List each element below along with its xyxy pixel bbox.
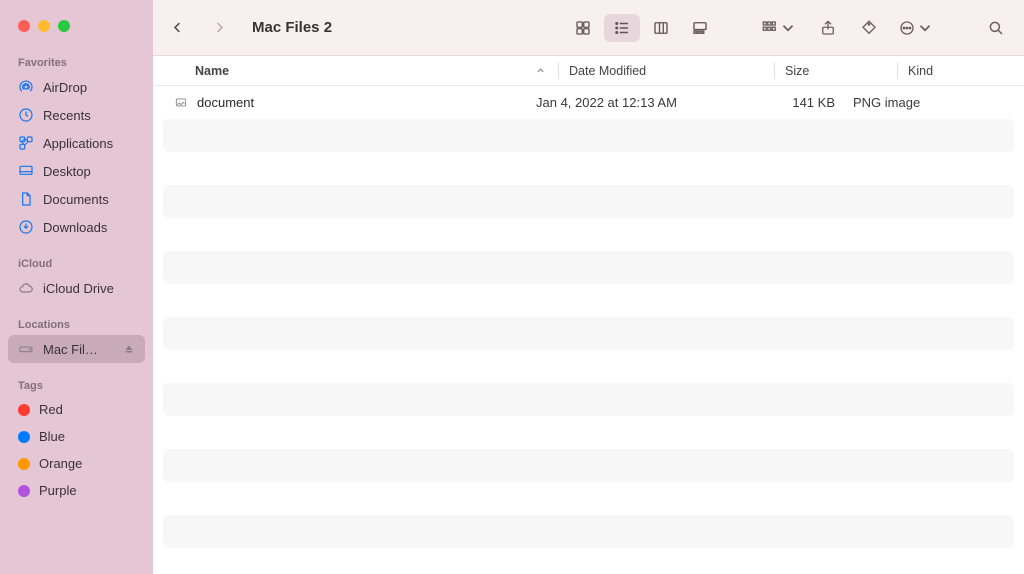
- empty-row: [153, 152, 1024, 185]
- document-icon: [18, 191, 34, 207]
- empty-row: [163, 185, 1014, 218]
- sidebar-item-mac-files[interactable]: Mac Fil…: [8, 335, 145, 363]
- sidebar-tag-purple[interactable]: Purple: [0, 477, 153, 504]
- tags-button[interactable]: [855, 14, 883, 42]
- window-title: Mac Files 2: [252, 19, 332, 36]
- sidebar-item-label: Red: [39, 402, 63, 417]
- file-type-icon: [173, 95, 189, 111]
- sidebar: Favorites AirDrop Recents Applications D…: [0, 0, 153, 574]
- window-controls: [0, 20, 153, 50]
- sidebar-item-downloads[interactable]: Downloads: [0, 213, 153, 241]
- view-columns-button[interactable]: [643, 14, 679, 42]
- cloud-icon: [18, 280, 34, 296]
- column-header-label: Date Modified: [569, 64, 646, 78]
- eject-icon[interactable]: [123, 343, 135, 355]
- column-header-date[interactable]: Date Modified: [569, 64, 774, 78]
- sidebar-item-applications[interactable]: Applications: [0, 129, 153, 157]
- clock-icon: [18, 107, 34, 123]
- view-list-button[interactable]: [604, 14, 640, 42]
- sidebar-item-label: Orange: [39, 456, 82, 471]
- sidebar-item-icloud-drive[interactable]: iCloud Drive: [0, 274, 153, 302]
- applications-icon: [18, 135, 34, 151]
- window-minimize-button[interactable]: [38, 20, 50, 32]
- sidebar-item-label: iCloud Drive: [43, 281, 114, 296]
- back-button[interactable]: [168, 19, 186, 37]
- sidebar-section-title-icloud: iCloud: [0, 251, 153, 274]
- sidebar-item-label: Purple: [39, 483, 77, 498]
- file-list: document Jan 4, 2022 at 12:13 AM 141 KB …: [153, 86, 1024, 574]
- action-menu-button[interactable]: [896, 14, 936, 42]
- group-by-button[interactable]: [757, 14, 801, 42]
- tag-dot-icon: [18, 404, 30, 416]
- tag-dot-icon: [18, 485, 30, 497]
- empty-row: [153, 284, 1024, 317]
- sidebar-item-label: Desktop: [43, 164, 91, 179]
- column-header-size[interactable]: Size: [785, 64, 897, 78]
- sidebar-item-documents[interactable]: Documents: [0, 185, 153, 213]
- sidebar-section-title-favorites: Favorites: [0, 50, 153, 73]
- sidebar-item-label: Downloads: [43, 220, 107, 235]
- window-maximize-button[interactable]: [58, 20, 70, 32]
- sidebar-item-label: Mac Fil…: [43, 342, 98, 357]
- column-header-label: Kind: [908, 64, 933, 78]
- empty-row: [163, 515, 1014, 548]
- drive-icon: [18, 341, 34, 357]
- empty-row: [163, 449, 1014, 482]
- sidebar-item-label: Applications: [43, 136, 113, 151]
- share-button[interactable]: [814, 14, 842, 42]
- sidebar-item-label: Blue: [39, 429, 65, 444]
- search-button[interactable]: [982, 14, 1010, 42]
- empty-row: [163, 251, 1014, 284]
- sidebar-item-recents[interactable]: Recents: [0, 101, 153, 129]
- sidebar-tag-blue[interactable]: Blue: [0, 423, 153, 450]
- column-header-label: Size: [785, 64, 809, 78]
- column-header-label: Name: [195, 64, 229, 78]
- empty-row: [153, 218, 1024, 251]
- file-name: document: [197, 95, 254, 110]
- tag-dot-icon: [18, 458, 30, 470]
- window-close-button[interactable]: [18, 20, 30, 32]
- empty-row: [153, 416, 1024, 449]
- column-header-kind[interactable]: Kind: [908, 64, 1024, 78]
- column-header-name[interactable]: Name: [195, 64, 558, 78]
- sidebar-tag-red[interactable]: Red: [0, 396, 153, 423]
- empty-row: [163, 383, 1014, 416]
- column-separator: [897, 63, 898, 79]
- sidebar-item-airdrop[interactable]: AirDrop: [0, 73, 153, 101]
- desktop-icon: [18, 163, 34, 179]
- file-kind: PNG image: [853, 95, 1024, 110]
- empty-row: [153, 350, 1024, 383]
- sidebar-section-title-locations: Locations: [0, 312, 153, 335]
- file-size: 141 KB: [741, 95, 853, 110]
- sidebar-section-title-tags: Tags: [0, 373, 153, 396]
- empty-row: [163, 317, 1014, 350]
- toolbar: Mac Files 2: [153, 0, 1024, 56]
- view-mode-group: [565, 14, 718, 42]
- main-content: Mac Files 2 Name Date Modified Size Kind: [153, 0, 1024, 574]
- file-row[interactable]: document Jan 4, 2022 at 12:13 AM 141 KB …: [153, 86, 1024, 119]
- tag-dot-icon: [18, 431, 30, 443]
- empty-row: [163, 119, 1014, 152]
- column-separator: [774, 63, 775, 79]
- file-date: Jan 4, 2022 at 12:13 AM: [536, 95, 741, 110]
- view-gallery-button[interactable]: [682, 14, 718, 42]
- nav-buttons: [168, 19, 228, 37]
- sidebar-item-label: Recents: [43, 108, 91, 123]
- empty-row: [153, 548, 1024, 574]
- sort-chevron-icon: [535, 65, 546, 76]
- sidebar-item-label: Documents: [43, 192, 109, 207]
- view-icons-button[interactable]: [565, 14, 601, 42]
- columns-header: Name Date Modified Size Kind: [153, 56, 1024, 86]
- forward-button[interactable]: [210, 19, 228, 37]
- empty-row: [153, 482, 1024, 515]
- sidebar-item-label: AirDrop: [43, 80, 87, 95]
- downloads-icon: [18, 219, 34, 235]
- column-separator: [558, 63, 559, 79]
- airdrop-icon: [18, 79, 34, 95]
- sidebar-item-desktop[interactable]: Desktop: [0, 157, 153, 185]
- sidebar-tag-orange[interactable]: Orange: [0, 450, 153, 477]
